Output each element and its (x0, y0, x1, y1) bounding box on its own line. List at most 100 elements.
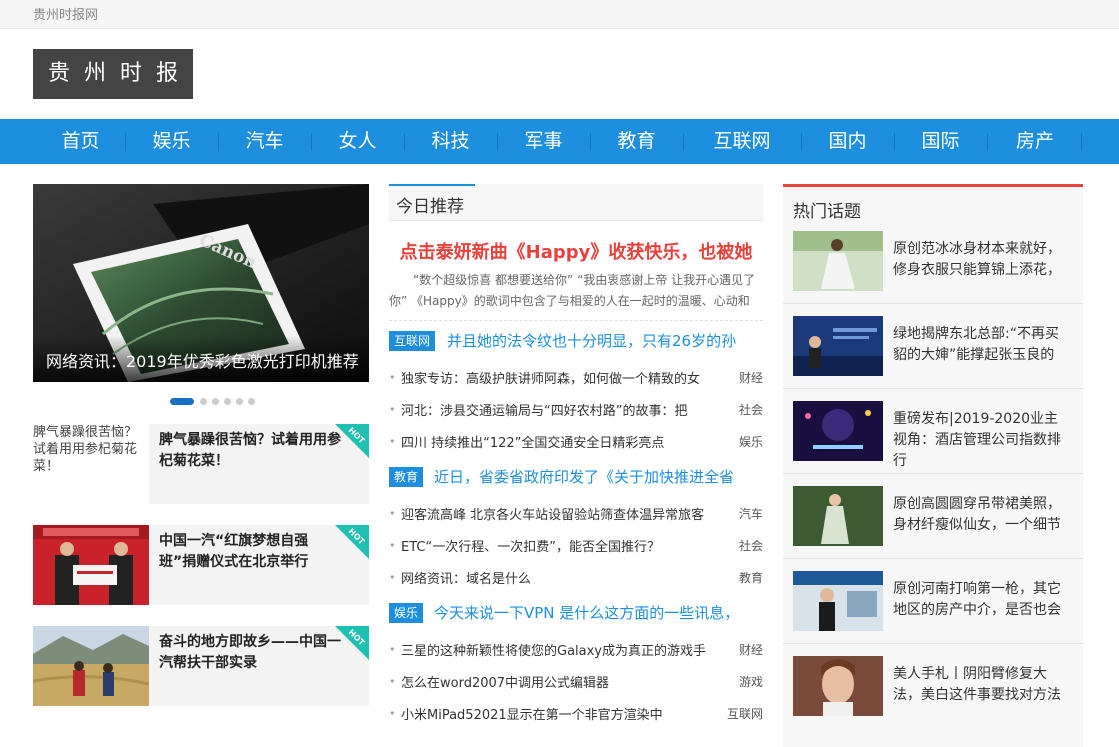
slider-dot[interactable] (212, 398, 219, 405)
nav-realestate[interactable]: 房产 (991, 119, 1079, 164)
list-item[interactable]: • 三星的这种新颖性将使您的Galaxy成为真正的游戏手 财经 (389, 640, 763, 660)
bullet-icon: • (389, 403, 396, 416)
hot-topic-title[interactable]: 重磅发布|2019-2020业主视角：酒店管理公司指数排行 (893, 409, 1063, 472)
hot-topic-title[interactable]: 绿地揭牌东北总部:“不再买貂的大婶”能撑起张玉良的 (893, 324, 1063, 366)
list-item-category[interactable]: 汽车 (739, 505, 763, 522)
slider-caption[interactable]: 网络资讯：2019年优秀彩色激光打印机推荐 (33, 336, 369, 382)
news-card[interactable]: 中国一汽“红旗梦想自强班”捐赠仪式在北京举行 HOT (33, 525, 369, 605)
hot-topic-thumbnail[interactable] (793, 486, 883, 546)
bullet-icon: • (389, 371, 396, 384)
card-thumbnail-broken[interactable]: 脾气暴躁很苦恼？试着用用参杞菊花菜！ (33, 424, 149, 504)
divider (783, 303, 1083, 304)
category-tag[interactable]: 教育 (389, 467, 424, 487)
list-item-category[interactable]: 互联网 (727, 705, 763, 722)
hot-topic-item[interactable]: 美人手札丨阴阳臂修复大法，美白这件事要找对方法 (793, 656, 1083, 716)
card-thumbnail[interactable] (33, 525, 149, 605)
category-tag[interactable]: 互联网 (389, 331, 436, 351)
nav-internet[interactable]: 互联网 (687, 119, 797, 164)
nav-international[interactable]: 国际 (898, 119, 983, 164)
bullet-icon: • (389, 675, 396, 688)
hot-topic-thumbnail[interactable] (793, 656, 883, 716)
divider (783, 643, 1083, 644)
list-item-category[interactable]: 财经 (739, 641, 763, 658)
site-name[interactable]: 贵州时报网 (33, 4, 98, 23)
list-item[interactable]: • 网络资讯：域名是什么 教育 (389, 568, 763, 588)
dashed-divider (389, 320, 763, 321)
logo-text: 贵州时报网 (47, 61, 192, 136)
hot-topic-title[interactable]: 原创高圆圆穿吊带裙美照，身材纤瘦似仙女，一个细节 (893, 494, 1063, 536)
headline-link[interactable]: 点击泰妍新曲《Happy》收获快乐，也被她 (389, 238, 763, 264)
slider-dot[interactable] (200, 398, 207, 405)
card-title[interactable]: 中国一汽“红旗梦想自强班”捐赠仪式在北京举行 (159, 531, 344, 573)
list-item-category[interactable]: 游戏 (739, 673, 763, 690)
nav-entertainment[interactable]: 娱乐 (129, 119, 214, 164)
section-lead: 互联网 并且她的法令纹也十分明显，只有26岁的孙 (389, 330, 763, 352)
nav-divider (125, 133, 126, 151)
hot-topic-title[interactable]: 原创范冰冰身材本来就好，修身衣服只能算锦上添花， (893, 239, 1063, 281)
hot-topic-thumbnail[interactable] (793, 401, 883, 461)
nav-military[interactable]: 军事 (501, 119, 586, 164)
slider-dot[interactable] (236, 398, 243, 405)
list-item[interactable]: • 河北：涉县交通运输局与“四好农村路”的故事：把 社会 (389, 400, 763, 420)
nav-domestic[interactable]: 国内 (805, 119, 890, 164)
list-item-title[interactable]: 怎么在word2007中调用公式编辑器 (401, 672, 726, 691)
card-title[interactable]: 脾气暴躁很苦恼？试着用用参杞菊花菜！ (159, 430, 344, 472)
list-item-category[interactable]: 财经 (739, 369, 763, 386)
section-lead: 教育 近日，省委省政府印发了《关于加快推进全省 (389, 466, 763, 488)
hot-topic-thumbnail[interactable] (793, 571, 883, 631)
list-item-title[interactable]: 三星的这种新颖性将使您的Galaxy成为真正的游戏手 (401, 640, 726, 659)
hot-topic-thumbnail[interactable] (793, 231, 883, 291)
list-item-category[interactable]: 教育 (739, 569, 763, 586)
news-card[interactable]: 脾气暴躁很苦恼？试着用用参杞菊花菜！ 脾气暴躁很苦恼？试着用用参杞菊花菜！ HO… (33, 424, 369, 504)
list-item-category[interactable]: 社会 (739, 537, 763, 554)
card-title[interactable]: 奋斗的地方即故乡——中国一汽帮扶干部实录 (159, 632, 344, 674)
list-item[interactable]: • 独家专访：高级护肤讲师阿森，如何做一个精致的女 财经 (389, 368, 763, 388)
list-item-title[interactable]: 小米MiPad52021显示在第一个非官方渲染中 (401, 704, 726, 723)
nav-auto[interactable]: 汽车 (222, 119, 307, 164)
section-lead-title[interactable]: 今天来说一下VPN 是什么这方面的一些讯息， (434, 602, 763, 623)
list-item-title[interactable]: 迎客流高峰 北京各火车站设留验站筛查体温异常旅客 (401, 504, 726, 523)
hot-topic-title[interactable]: 美人手札丨阴阳臂修复大法，美白这件事要找对方法 (893, 664, 1063, 706)
list-item-category[interactable]: 娱乐 (739, 433, 763, 450)
hot-topic-item[interactable]: 原创河南打响第一枪，其它地区的房产中介，是否也会 (793, 571, 1083, 631)
list-item[interactable]: • 小米MiPad52021显示在第一个非官方渲染中 互联网 (389, 704, 763, 724)
nav-tech[interactable]: 科技 (408, 119, 493, 164)
slider-dot[interactable] (224, 398, 231, 405)
bullet-icon: • (389, 435, 396, 448)
slider-caption-text: 网络资讯：2019年优秀彩色激光打印机推荐 (46, 352, 359, 371)
list-item[interactable]: • 四川 持续推出“122”全国交通安全日精彩亮点 娱乐 (389, 432, 763, 452)
card-thumbnail[interactable] (33, 626, 149, 706)
nav-divider (218, 133, 219, 151)
nav-divider (987, 133, 988, 151)
hot-topic-item[interactable]: 原创高圆圆穿吊带裙美照，身材纤瘦似仙女，一个细节 (793, 486, 1083, 546)
list-item[interactable]: • ETC“一次行程、一次扣费”，能否全国推行？ 社会 (389, 536, 763, 556)
bullet-icon: • (389, 707, 396, 720)
list-item-category[interactable]: 社会 (739, 401, 763, 418)
hot-topic-item[interactable]: 原创范冰冰身材本来就好，修身衣服只能算锦上添花， (793, 231, 1083, 291)
nav-home[interactable]: 首页 (38, 119, 123, 164)
slider-dot[interactable] (248, 398, 255, 405)
list-item-title[interactable]: 独家专访：高级护肤讲师阿森，如何做一个精致的女 (401, 368, 726, 387)
divider (783, 388, 1083, 389)
featured-slider[interactable]: Canon 网络资讯：2019年优秀彩色激光打印机推荐 (33, 184, 369, 382)
hot-topic-item[interactable]: 重磅发布|2019-2020业主视角：酒店管理公司指数排行 (793, 401, 1083, 469)
section-lead-title[interactable]: 并且她的法令纹也十分明显，只有26岁的孙 (447, 330, 763, 351)
list-item[interactable]: • 怎么在word2007中调用公式编辑器 游戏 (389, 672, 763, 692)
list-item-title[interactable]: ETC“一次行程、一次扣费”，能否全国推行？ (401, 536, 726, 555)
hot-topic-title[interactable]: 原创河南打响第一枪，其它地区的房产中介，是否也会 (893, 579, 1063, 621)
slider-dot-active[interactable] (170, 398, 194, 405)
hot-topic-thumbnail[interactable] (793, 316, 883, 376)
list-item-title[interactable]: 网络资讯：域名是什么 (401, 568, 726, 587)
category-tag[interactable]: 娱乐 (389, 603, 424, 623)
nav-education[interactable]: 教育 (594, 119, 679, 164)
list-item[interactable]: • 迎客流高峰 北京各火车站设留验站筛查体温异常旅客 汽车 (389, 504, 763, 524)
hot-topic-item[interactable]: 绿地揭牌东北总部:“不再买貂的大婶”能撑起张玉良的 (793, 316, 1083, 376)
list-item-title[interactable]: 河北：涉县交通运输局与“四好农村路”的故事：把 (401, 400, 726, 419)
nav-women[interactable]: 女人 (315, 119, 400, 164)
section-lead-title[interactable]: 近日，省委省政府印发了《关于加快推进全省 (434, 466, 763, 487)
news-card[interactable]: 奋斗的地方即故乡——中国一汽帮扶干部实录 HOT (33, 626, 369, 706)
nav-divider (801, 133, 802, 151)
list-item-title[interactable]: 四川 持续推出“122”全国交通安全日精彩亮点 (401, 432, 726, 451)
site-logo[interactable]: 贵州时报网 (33, 49, 193, 136)
bullet-icon: • (389, 539, 396, 552)
